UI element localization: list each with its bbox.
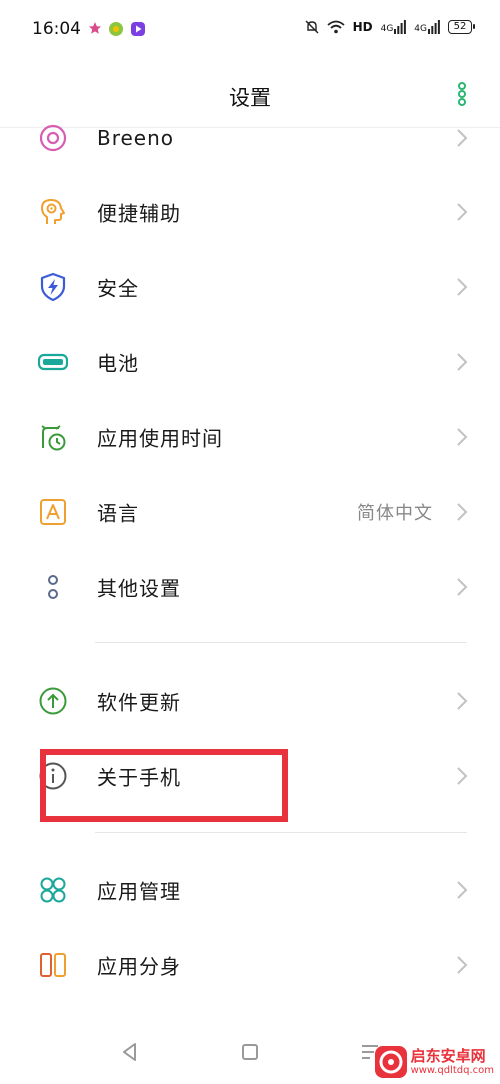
watermark-url: www.qdltdq.com: [410, 1064, 494, 1076]
settings-item-label: 安全: [97, 276, 139, 300]
signal-bars-icon: [394, 20, 407, 34]
back-button[interactable]: [118, 1040, 142, 1064]
chevron-right-icon: [457, 955, 468, 974]
home-square-icon: [242, 1044, 258, 1060]
watermark-logo-icon: [374, 1046, 407, 1078]
chevron-right-icon: [457, 352, 468, 371]
settings-item-other-settings[interactable]: 其他设置: [0, 549, 500, 624]
highlight-annotation-box: [40, 749, 288, 822]
mute-bell-icon: [305, 20, 319, 34]
hd-label: HD: [352, 20, 373, 34]
chevron-right-icon: [457, 277, 468, 296]
signal-4g-1: 4G: [381, 20, 407, 34]
settings-item-assist[interactable]: 便捷辅助: [0, 174, 500, 249]
video-app-icon: [131, 22, 145, 36]
language-icon: [40, 498, 66, 525]
settings-item-breeno[interactable]: Breeno: [0, 100, 500, 175]
chevron-right-icon: [457, 880, 468, 899]
settings-item-label: 应用使用时间: [97, 426, 223, 450]
settings-item-app-management[interactable]: 应用管理: [0, 852, 500, 927]
battery-icon: [38, 353, 68, 370]
chevron-right-icon: [457, 577, 468, 596]
battery-indicator: 52: [448, 20, 475, 34]
assist-icon: [41, 198, 65, 224]
settings-item-security[interactable]: 安全: [0, 249, 500, 324]
settings-item-label: 软件更新: [97, 690, 181, 714]
more-settings-icon: [48, 574, 58, 599]
settings-item-label: 应用分身: [97, 954, 181, 978]
back-triangle-icon: [123, 1043, 136, 1061]
settings-item-label: 应用管理: [97, 879, 181, 903]
language-value: 简体中文: [357, 502, 433, 524]
settings-item-screen-time[interactable]: 应用使用时间: [0, 399, 500, 474]
settings-item-language[interactable]: 语言 简体中文: [0, 474, 500, 549]
breeno-icon: [39, 124, 67, 151]
settings-item-label: 语言: [97, 501, 139, 525]
chevron-right-icon: [457, 128, 468, 147]
settings-item-label: Breeno: [97, 125, 175, 150]
star-app-icon: [89, 22, 101, 34]
section-divider: [95, 642, 467, 643]
update-icon: [39, 687, 67, 714]
status-notification-icons: [88, 21, 146, 37]
chevron-right-icon: [457, 427, 468, 446]
chevron-right-icon: [457, 502, 468, 521]
settings-item-software-update[interactable]: 软件更新: [0, 663, 500, 738]
settings-item-label: 便捷辅助: [97, 201, 181, 225]
watermark: 启东安卓网 www.qdltdq.com: [374, 1046, 494, 1078]
watermark-title: 启东安卓网: [410, 1046, 486, 1065]
signal-bars-icon: [428, 20, 440, 34]
app-clone-icon: [40, 952, 66, 977]
status-bar: 16:04 HD 4G 4G 52: [0, 0, 500, 60]
chevron-right-icon: [457, 691, 468, 710]
home-button[interactable]: [238, 1040, 262, 1064]
alarm-clock-icon: [41, 424, 66, 450]
app-grid-icon: [40, 877, 66, 902]
signal-4g-2: 4G: [414, 20, 440, 34]
status-time: 16:04: [32, 19, 81, 39]
chevron-right-icon: [457, 202, 468, 221]
section-divider: [95, 832, 467, 833]
wifi-icon: [326, 20, 345, 34]
settings-item-app-clone[interactable]: 应用分身: [0, 927, 500, 1002]
chevron-right-icon: [457, 766, 468, 785]
settings-item-label: 电池: [97, 351, 139, 375]
settings-item-battery[interactable]: 电池: [0, 324, 500, 399]
status-right-icons: HD 4G 4G 52: [305, 20, 475, 34]
settings-item-label: 其他设置: [97, 576, 181, 600]
shield-icon: [40, 272, 66, 301]
app-notification-icon: [109, 22, 123, 36]
